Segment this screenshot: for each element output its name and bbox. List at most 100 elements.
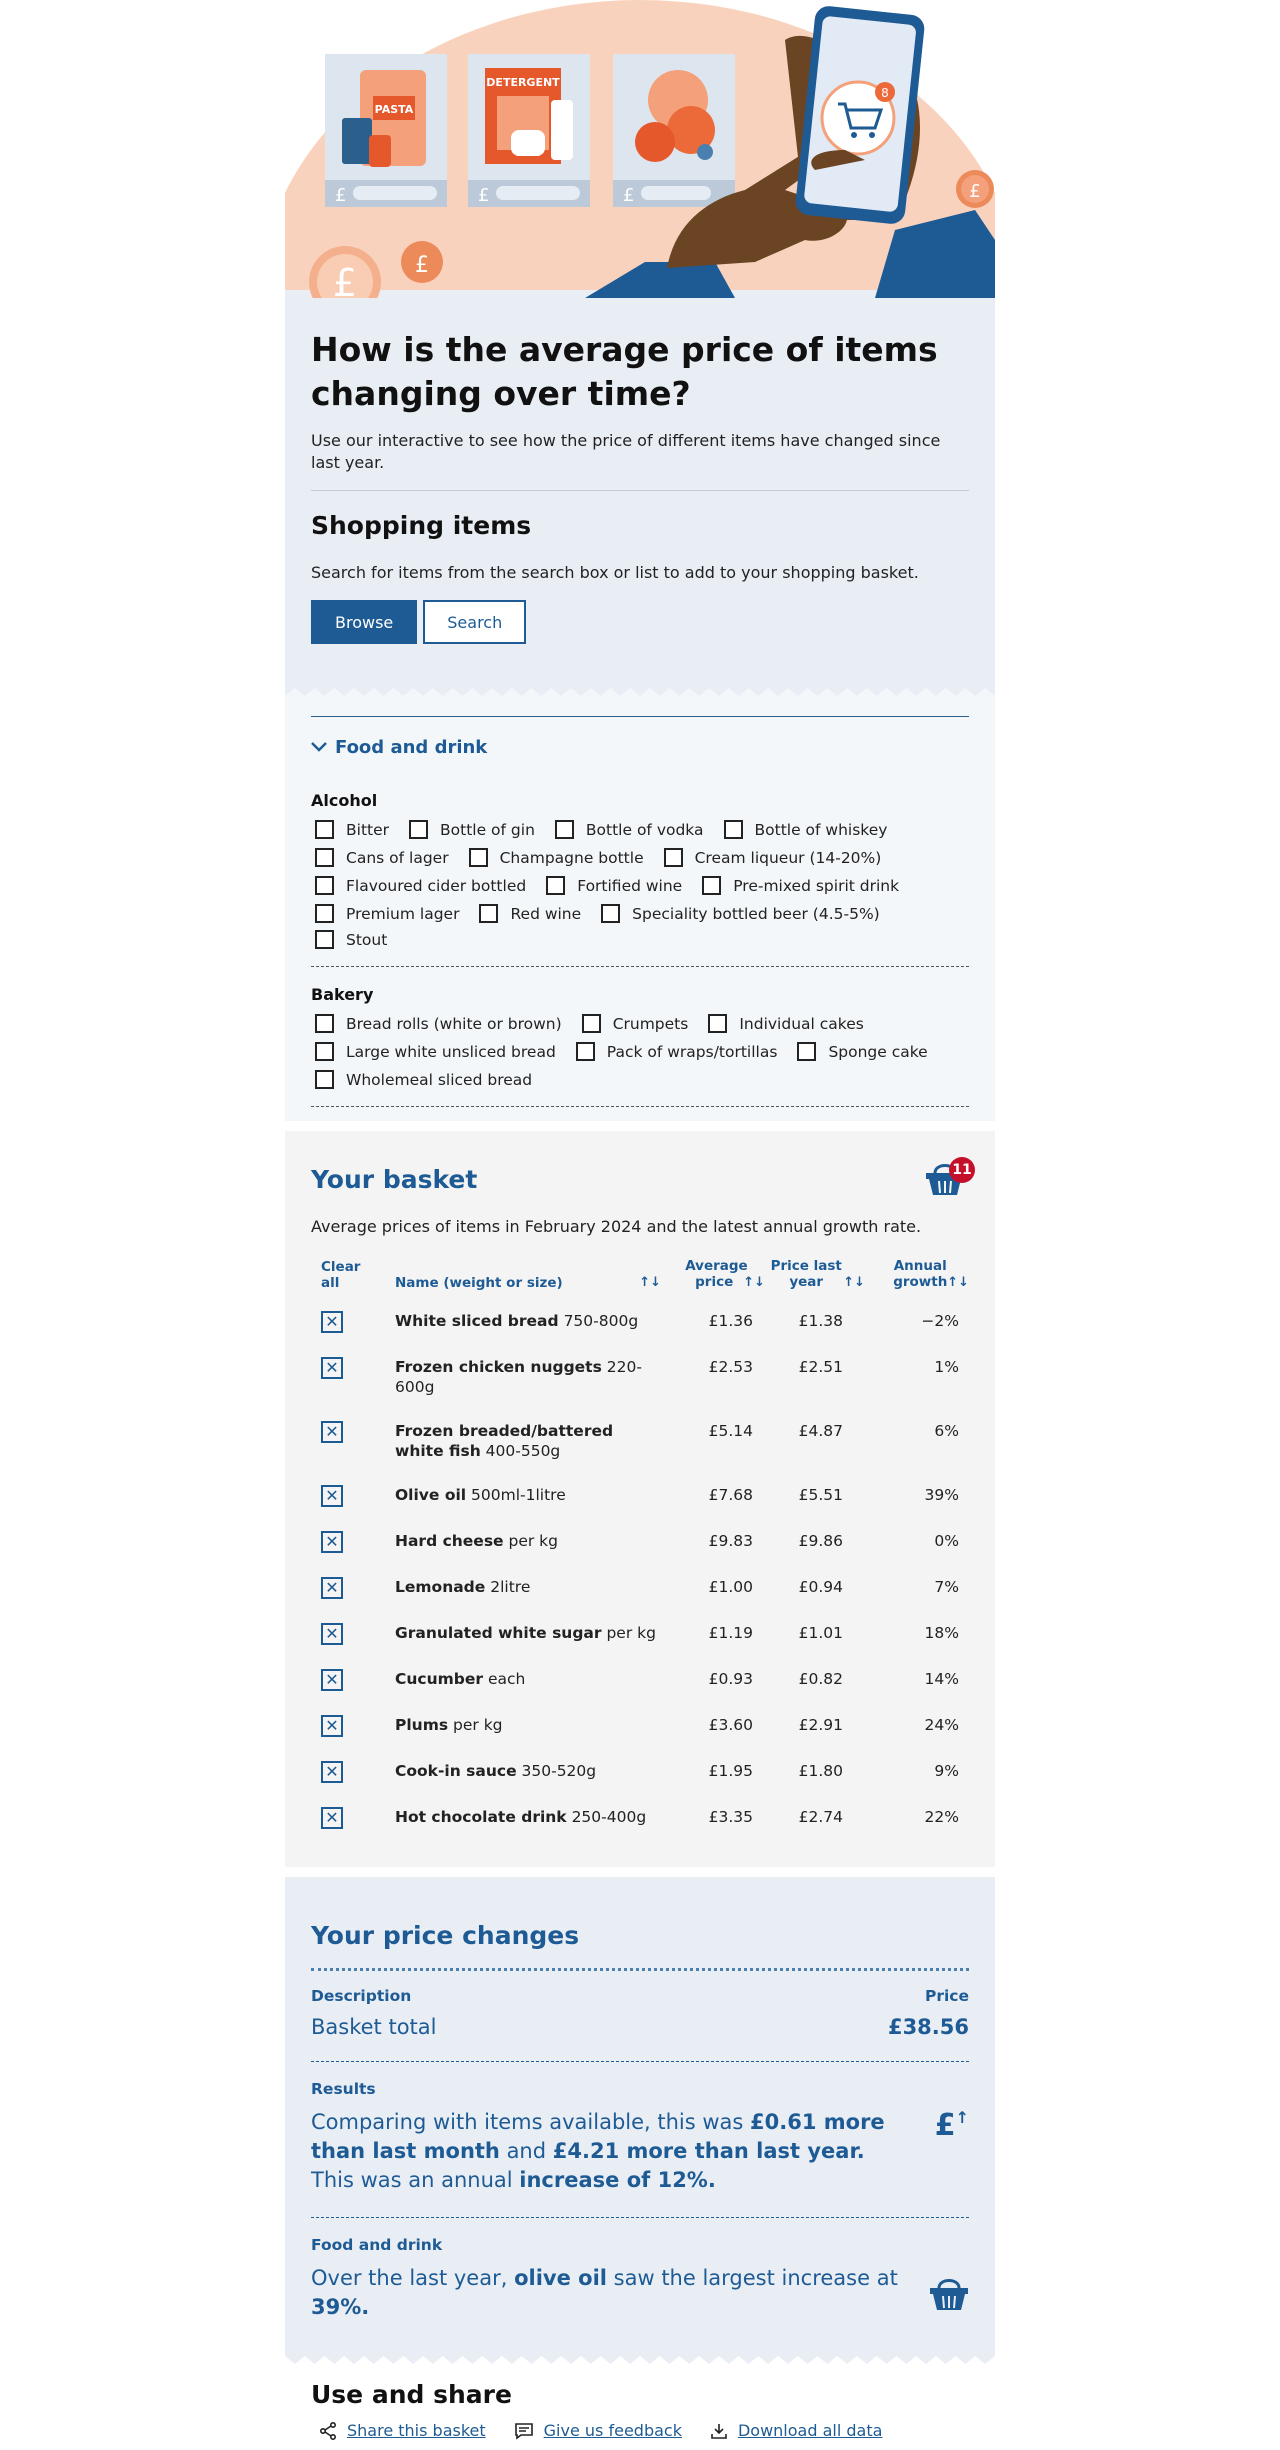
price-last-year: £0.94 bbox=[798, 1578, 843, 1596]
price-last-year: £0.82 bbox=[798, 1670, 843, 1688]
remove-item-icon[interactable]: ✕ bbox=[321, 1669, 343, 1691]
price-changes-title: Your price changes bbox=[311, 1921, 580, 1950]
category-title: Bakery bbox=[311, 985, 374, 1004]
item-checkbox[interactable]: Speciality bottled beer (4.5-5%) bbox=[601, 904, 880, 923]
checkbox-box[interactable] bbox=[708, 1014, 728, 1033]
checkbox-label: Individual cakes bbox=[739, 1014, 864, 1033]
remove-item-icon[interactable]: ✕ bbox=[321, 1485, 343, 1507]
fruit-card: £ bbox=[613, 54, 735, 207]
item-checkbox[interactable]: Crumpets bbox=[581, 1014, 688, 1033]
checkbox-label: Bottle of gin bbox=[440, 820, 535, 839]
checkbox-box[interactable] bbox=[702, 876, 722, 895]
average-price-column-header[interactable]: Average price ↑↓ bbox=[665, 1258, 765, 1299]
svg-text:£: £ bbox=[969, 181, 980, 202]
svg-text:£: £ bbox=[333, 261, 357, 298]
item-checkbox[interactable]: Large white unsliced bread bbox=[315, 1042, 556, 1061]
basket-subtitle: Average prices of items in February 2024… bbox=[311, 1217, 922, 1236]
checkbox-box[interactable] bbox=[546, 876, 566, 895]
item-name: Frozen chicken nuggets 220-600g bbox=[395, 1358, 642, 1396]
item-checkbox[interactable]: Bitter bbox=[315, 820, 389, 839]
browse-button[interactable]: Browse bbox=[311, 600, 418, 644]
checkbox-box[interactable] bbox=[581, 1014, 601, 1033]
annual-growth: 18% bbox=[924, 1624, 959, 1642]
download-data-link[interactable]: Download all data bbox=[710, 2421, 882, 2440]
item-checkbox[interactable]: Stout bbox=[315, 930, 387, 949]
table-row: ✕ Hot chocolate drink 250-400g £3.35 £2.74 2… bbox=[311, 1795, 969, 1841]
pasta-label: PASTA bbox=[375, 103, 414, 116]
checkbox-box[interactable] bbox=[409, 820, 429, 839]
checkbox-box[interactable] bbox=[479, 904, 499, 923]
remove-item-icon[interactable]: ✕ bbox=[321, 1577, 343, 1599]
item-checkbox[interactable]: Premium lager bbox=[315, 904, 459, 923]
remove-item-icon[interactable]: ✕ bbox=[321, 1531, 343, 1553]
table-row: ✕ Cook-in sauce 350-520g £1.95 £1.80 9% bbox=[311, 1749, 969, 1795]
annual-growth-column-header[interactable]: Annual growth↑↓ bbox=[865, 1258, 969, 1299]
remove-item-icon[interactable]: ✕ bbox=[321, 1715, 343, 1737]
svg-text:£: £ bbox=[623, 185, 634, 206]
food-and-drink-accordion[interactable]: Food and drink bbox=[311, 735, 969, 759]
price-last-year-column-header[interactable]: Price last year ↑↓ bbox=[765, 1258, 865, 1299]
name-column-header[interactable]: Name (weight or size) ↑↓ bbox=[395, 1258, 665, 1299]
annual-growth: 1% bbox=[934, 1358, 959, 1376]
item-checkbox[interactable]: Bottle of whiskey bbox=[723, 820, 887, 839]
price-last-year: £4.87 bbox=[798, 1422, 843, 1440]
item-checkbox[interactable]: Bottle of vodka bbox=[554, 820, 704, 839]
item-checkbox[interactable]: Fortified wine bbox=[546, 876, 682, 895]
remove-item-icon[interactable]: ✕ bbox=[321, 1421, 343, 1443]
average-price: £5.14 bbox=[708, 1422, 753, 1440]
checkbox-box[interactable] bbox=[723, 820, 743, 839]
remove-item-icon[interactable]: ✕ bbox=[321, 1807, 343, 1829]
remove-item-icon[interactable]: ✕ bbox=[321, 1357, 343, 1379]
checkbox-box[interactable] bbox=[663, 848, 683, 867]
item-checkbox[interactable]: Cream liqueur (14-20%) bbox=[663, 848, 881, 867]
checkbox-box[interactable] bbox=[315, 820, 334, 839]
item-checkbox[interactable]: Pre-mixed spirit drink bbox=[702, 876, 899, 895]
checkbox-box[interactable] bbox=[315, 876, 334, 895]
feedback-link[interactable]: Give us feedback bbox=[514, 2421, 682, 2440]
item-checkbox[interactable]: Champagne bottle bbox=[468, 848, 644, 867]
checkbox-box[interactable] bbox=[601, 904, 621, 923]
checkbox-box[interactable] bbox=[315, 930, 334, 949]
basket-icon[interactable]: 11 bbox=[925, 1157, 975, 1199]
sort-icon[interactable]: ↑↓ bbox=[639, 1275, 661, 1291]
checkbox-box[interactable] bbox=[315, 848, 334, 867]
average-price: £2.53 bbox=[708, 1358, 753, 1376]
chevron-down-icon bbox=[311, 742, 327, 752]
checkbox-box[interactable] bbox=[315, 1014, 334, 1033]
item-checkbox[interactable]: Flavoured cider bottled bbox=[315, 876, 526, 895]
checkbox-box[interactable] bbox=[575, 1042, 595, 1061]
table-row: ✕ Frozen chicken nuggets 220-600g £2.53 £2.… bbox=[311, 1345, 969, 1409]
search-button[interactable]: Search bbox=[423, 600, 527, 644]
feedback-icon bbox=[514, 2422, 533, 2440]
item-checkbox[interactable]: Sponge cake bbox=[797, 1042, 928, 1061]
annual-growth: 7% bbox=[934, 1578, 959, 1596]
table-row: ✕ Frozen breaded/battered white fish 400-… bbox=[311, 1409, 969, 1473]
item-checkbox[interactable]: Pack of wraps/tortillas bbox=[575, 1042, 777, 1061]
remove-item-icon[interactable]: ✕ bbox=[321, 1311, 343, 1333]
clear-all-button[interactable]: Clear all bbox=[311, 1258, 395, 1299]
checkbox-box[interactable] bbox=[315, 1070, 334, 1089]
checkbox-box[interactable] bbox=[797, 1042, 817, 1061]
average-price: £3.35 bbox=[708, 1808, 753, 1826]
sort-icon[interactable]: ↑↓ bbox=[743, 1275, 765, 1290]
price-last-year: £2.74 bbox=[798, 1808, 843, 1826]
average-price: £0.93 bbox=[708, 1670, 753, 1688]
annual-growth: 6% bbox=[934, 1422, 959, 1440]
item-checkbox[interactable]: Wholemeal sliced bread bbox=[315, 1070, 532, 1089]
remove-item-icon[interactable]: ✕ bbox=[321, 1623, 343, 1645]
item-checkbox[interactable]: Bread rolls (white or brown) bbox=[315, 1014, 562, 1033]
item-checkbox[interactable]: Cans of lager bbox=[315, 848, 449, 867]
checkbox-box[interactable] bbox=[315, 904, 334, 923]
price-changes-panel: Your price changes Description Price Bas… bbox=[285, 1877, 995, 2352]
checkbox-box[interactable] bbox=[468, 848, 488, 867]
dotted-divider bbox=[311, 1968, 969, 1971]
sort-icon[interactable]: ↑↓ bbox=[947, 1275, 969, 1290]
checkbox-box[interactable] bbox=[554, 820, 574, 839]
sort-icon[interactable]: ↑↓ bbox=[843, 1275, 865, 1290]
item-checkbox[interactable]: Bottle of gin bbox=[409, 820, 535, 839]
share-basket-link[interactable]: Share this basket bbox=[319, 2421, 486, 2440]
item-checkbox[interactable]: Individual cakes bbox=[708, 1014, 864, 1033]
item-checkbox[interactable]: Red wine bbox=[479, 904, 581, 923]
remove-item-icon[interactable]: ✕ bbox=[321, 1761, 343, 1783]
checkbox-box[interactable] bbox=[315, 1042, 334, 1061]
